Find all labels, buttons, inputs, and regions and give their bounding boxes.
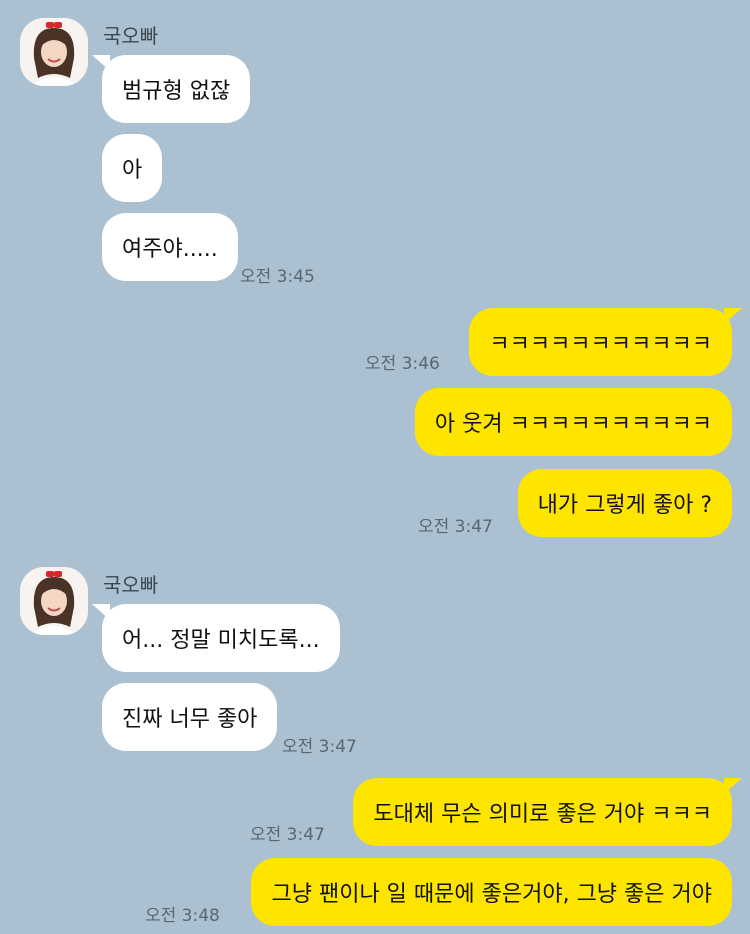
message-timestamp: 오전 3:47: [250, 825, 325, 845]
message-timestamp: 오전 3:47: [418, 517, 493, 537]
message-bubble[interactable]: ㅋㅋㅋㅋㅋㅋㅋㅋㅋㅋㅋ: [469, 308, 742, 376]
message-bubble[interactable]: 아: [102, 134, 163, 202]
message-text: 아 웃겨 ㅋㅋㅋㅋㅋㅋㅋㅋㅋㅋ: [434, 412, 712, 437]
message-text: 아: [122, 158, 143, 183]
sender-name: 국오빠: [103, 24, 159, 48]
message-timestamp: 오전 3:45: [240, 267, 315, 287]
message-bubble[interactable]: 아 웃겨 ㅋㅋㅋㅋㅋㅋㅋㅋㅋㅋ: [414, 388, 732, 456]
message-bubble[interactable]: 여주야.....: [102, 213, 238, 281]
message-text: 내가 그렇게 좋아 ?: [537, 493, 712, 518]
sender-avatar[interactable]: [20, 567, 88, 635]
message-bubble[interactable]: 어... 정말 미치도록...: [92, 604, 340, 672]
message-text: 여주야.....: [122, 237, 218, 262]
message-text: 범규형 없잖: [122, 79, 231, 104]
message-text: 진짜 너무 좋아: [122, 707, 258, 732]
message-timestamp: 오전 3:47: [282, 737, 357, 757]
message-timestamp: 오전 3:48: [145, 906, 220, 926]
message-timestamp: 오전 3:46: [365, 354, 440, 374]
message-bubble[interactable]: 범규형 없잖: [92, 55, 251, 123]
message-text: 어... 정말 미치도록...: [122, 628, 320, 653]
sender-name: 국오빠: [103, 573, 159, 597]
message-bubble[interactable]: 진짜 너무 좋아: [102, 683, 278, 751]
message-text: ㅋㅋㅋㅋㅋㅋㅋㅋㅋㅋㅋ: [489, 332, 712, 357]
message-bubble[interactable]: 그냥 팬이나 일 때문에 좋은거야, 그냥 좋은 거야: [251, 858, 732, 926]
sender-avatar[interactable]: [20, 18, 88, 86]
message-text: 그냥 팬이나 일 때문에 좋은거야, 그냥 좋은 거야: [271, 882, 712, 907]
message-text: 도대체 무슨 의미로 좋은 거야 ㅋㅋㅋ: [373, 802, 712, 827]
message-bubble[interactable]: 내가 그렇게 좋아 ?: [517, 469, 732, 537]
message-bubble[interactable]: 도대체 무슨 의미로 좋은 거야 ㅋㅋㅋ: [353, 778, 742, 846]
